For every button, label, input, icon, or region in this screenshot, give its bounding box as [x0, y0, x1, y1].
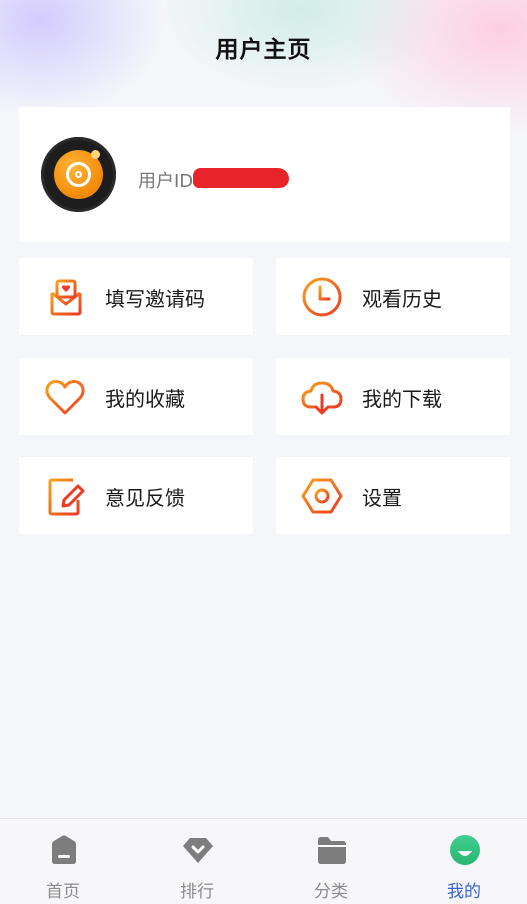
tab-label: 首页 [46, 882, 80, 902]
menu-item-settings[interactable]: 设置 [276, 457, 510, 534]
tab-label: 分类 [314, 882, 348, 902]
profile-smile-icon [450, 835, 480, 865]
user-id-redaction [193, 168, 289, 188]
profile-card[interactable]: 用户ID [19, 107, 510, 242]
menu-item-label: 我的收藏 [105, 387, 185, 411]
menu-item-label: 我的下载 [362, 387, 442, 411]
tab-ranking[interactable]: 排行 [131, 819, 263, 904]
invite-envelope-icon [50, 279, 82, 316]
user-home-page: 用户主页 用户ID 填写邀请码 观看历史 我的收藏 我的下载 意见反馈 设置 首… [0, 0, 527, 904]
user-id-label: 用户ID [138, 171, 194, 192]
menu-item-watch-history[interactable]: 观看历史 [276, 258, 510, 335]
menu-item-label: 填写邀请码 [105, 287, 205, 311]
menu-item-favorites[interactable]: 我的收藏 [19, 358, 253, 435]
heart-icon [45, 380, 85, 415]
tab-mine[interactable]: 我的 [398, 819, 527, 904]
menu-item-feedback[interactable]: 意见反馈 [19, 457, 253, 534]
tab-home[interactable]: 首页 [0, 819, 129, 904]
menu-item-label: 意见反馈 [105, 486, 185, 510]
tab-label: 我的 [447, 882, 481, 902]
tab-category[interactable]: 分类 [265, 819, 397, 904]
clock-icon [302, 277, 342, 317]
page-title: 用户主页 [215, 37, 312, 63]
tab-label: 排行 [180, 882, 214, 902]
menu-item-downloads[interactable]: 我的下载 [276, 358, 510, 435]
avatar[interactable] [41, 137, 116, 212]
home-icon [52, 835, 76, 864]
category-folder-icon [318, 837, 346, 864]
bottom-tab-bar: 首页 排行 分类 我的 [0, 818, 527, 904]
menu-item-label: 观看历史 [362, 287, 442, 311]
menu-item-label: 设置 [362, 486, 402, 510]
menu-item-invite-code[interactable]: 填写邀请码 [19, 258, 253, 335]
ranking-diamond-icon [183, 838, 213, 863]
feedback-edit-icon [48, 478, 85, 516]
cloud-download-icon [301, 381, 343, 415]
settings-hexagon-icon [301, 478, 343, 514]
